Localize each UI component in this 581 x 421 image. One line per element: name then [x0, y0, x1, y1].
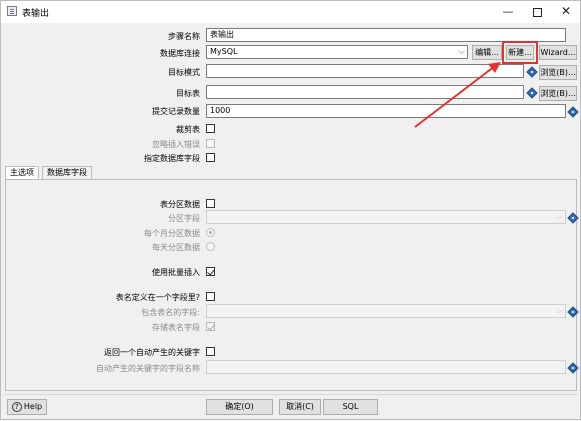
dialog-window: 表输出 — ✕ 步骤名称 表输出 数据库连接 MySQL ⌵ 编辑... 新建.…: [0, 0, 581, 420]
annotation-arrow: [414, 62, 501, 128]
